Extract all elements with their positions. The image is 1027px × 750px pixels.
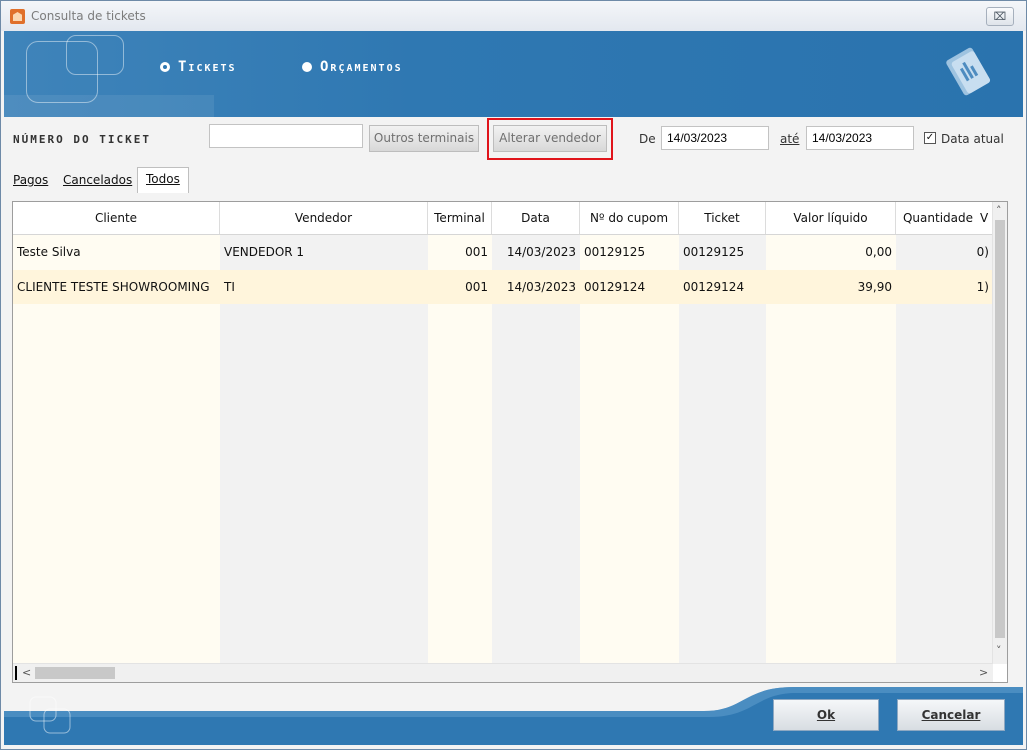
cell-cliente: CLIENTE TESTE SHOWROOMING [17, 280, 210, 294]
banner-decoration [66, 35, 124, 75]
cell-vendedor: TI [224, 280, 235, 294]
data-atual-label: Data atual [941, 132, 1004, 146]
footer-bar: Ok Cancelar [4, 687, 1023, 745]
header-banner: Tickets Orçamentos [4, 31, 1023, 117]
cancelar-button[interactable]: Cancelar [897, 699, 1005, 731]
scroll-left-icon[interactable]: < [22, 666, 31, 679]
cell-terminal: 001 [465, 280, 488, 294]
column-header-ticket[interactable]: Ticket [679, 202, 766, 234]
column-header-cupom[interactable]: Nº do cupom [580, 202, 679, 234]
cell-valor: 39,90 [857, 280, 892, 294]
radio-icon [302, 62, 312, 72]
tab-todos[interactable]: Todos [137, 167, 189, 193]
scroll-up-icon[interactable]: ˄ [996, 204, 1002, 217]
radio-orcamentos-label: Orçamentos [320, 59, 403, 75]
cell-cliente: Teste Silva [17, 245, 81, 259]
column-header-valor[interactable]: Valor líquido [766, 202, 896, 234]
column-header-quantidade[interactable]: Quantidade [896, 202, 980, 234]
radio-orcamentos[interactable]: Orçamentos [302, 59, 403, 75]
cell-terminal: 001 [465, 245, 488, 259]
document-stack-icon [946, 47, 991, 96]
tab-cancelados[interactable]: Cancelados [63, 173, 132, 187]
horizontal-scroll-thumb[interactable] [35, 667, 115, 679]
tickets-grid: Cliente Vendedor Terminal Data Nº do cup… [12, 201, 1008, 683]
cell-cupom: 00129124 [584, 280, 646, 294]
date-to-input[interactable] [806, 126, 914, 150]
vertical-scroll-thumb[interactable] [995, 220, 1005, 638]
ticket-number-label: Número do ticket [13, 133, 151, 146]
outros-terminais-button[interactable]: Outros terminais [369, 125, 479, 152]
radio-tickets[interactable]: Tickets [160, 59, 237, 75]
tab-pagos[interactable]: Pagos [13, 173, 48, 187]
title-bar: Consulta de tickets ⌧ [1, 1, 1026, 31]
radio-tickets-label: Tickets [178, 59, 237, 75]
close-button[interactable]: ⌧ [986, 7, 1014, 26]
grid-header: Cliente Vendedor Terminal Data Nº do cup… [13, 202, 993, 235]
highlight-box [487, 118, 613, 160]
ok-button[interactable]: Ok [773, 699, 879, 731]
scroll-right-icon[interactable]: > [979, 666, 988, 679]
cell-data: 14/03/2023 [506, 280, 576, 294]
cell-vendedor: VENDEDOR 1 [224, 245, 305, 259]
table-row-selected[interactable]: CLIENTE TESTE SHOWROOMING TI 001 14/03/2… [13, 270, 993, 304]
table-row[interactable]: Teste Silva VENDEDOR 1 001 14/03/2023 00… [13, 235, 993, 269]
scroll-start-marker [15, 666, 17, 680]
cell-quantidade: 1) [976, 280, 989, 294]
ticket-number-input[interactable] [209, 124, 363, 148]
cell-cupom: 00129125 [584, 245, 646, 259]
radio-selected-icon [160, 62, 170, 72]
date-from-input[interactable] [661, 126, 769, 150]
vertical-scrollbar[interactable]: ˄ ˅ [992, 202, 1007, 664]
column-header-cliente[interactable]: Cliente [13, 202, 220, 234]
cell-valor: 0,00 [865, 245, 892, 259]
column-header-vendedor[interactable]: Vendedor [220, 202, 428, 234]
column-header-data[interactable]: Data [492, 202, 580, 234]
column-header-terminal[interactable]: Terminal [428, 202, 492, 234]
banner-decoration [4, 95, 214, 117]
app-icon [10, 9, 25, 24]
horizontal-scrollbar[interactable]: < > [13, 663, 993, 682]
cell-quantidade: 0) [976, 245, 989, 259]
data-atual-checkbox[interactable]: ✓ [924, 132, 936, 144]
ate-label: até [780, 132, 800, 146]
cell-ticket: 00129125 [683, 245, 745, 259]
dialog-window: Consulta de tickets ⌧ Tickets Orçamentos… [0, 0, 1027, 750]
de-label: De [639, 132, 656, 146]
cell-data: 14/03/2023 [506, 245, 576, 259]
scroll-down-icon[interactable]: ˅ [996, 644, 1002, 657]
window-title: Consulta de tickets [31, 9, 146, 23]
cell-ticket: 00129124 [683, 280, 745, 294]
